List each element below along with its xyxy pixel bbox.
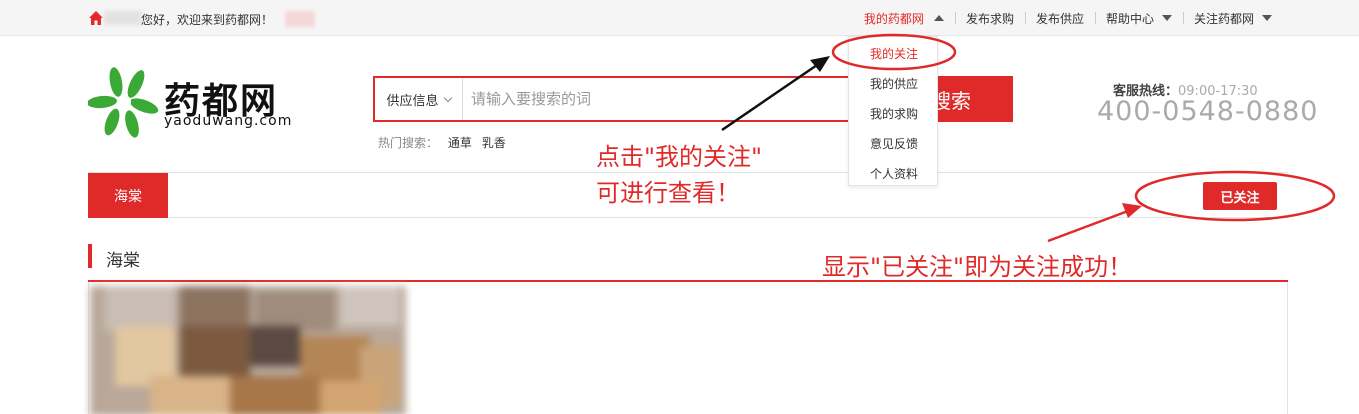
chevron-down-icon: [443, 93, 452, 102]
user-badge-redacted: [285, 11, 315, 27]
product-image[interactable]: [90, 286, 406, 414]
nav-help-center[interactable]: 帮助中心: [1094, 10, 1183, 27]
welcome-text: 您好，欢迎来到药都网！: [141, 13, 274, 27]
caret-up-icon: [933, 15, 944, 21]
hot-keyword[interactable]: 通草: [448, 136, 472, 150]
tab-company[interactable]: 海棠: [88, 173, 168, 218]
nav-post-supply-label: 发布供应: [1035, 11, 1084, 26]
hot-searches: 热门搜索： 通草 乳香: [378, 134, 506, 151]
section-marker: [88, 244, 92, 268]
annotation-click-my-follows: 点击"我的关注": [596, 143, 763, 171]
nav-follow-site[interactable]: 关注药都网: [1182, 10, 1283, 27]
caret-down-icon: [1161, 15, 1172, 21]
dropdown-item-profile[interactable]: 个人资料: [849, 165, 939, 182]
hotline-number: 400-0548-0880: [1097, 96, 1319, 127]
nav-my-account-label: 我的药都网: [863, 11, 924, 26]
top-bar: 您好，欢迎来到药都网！ 我的药都网 发布求购 发布供应 帮助中心 关注药都网: [0, 0, 1359, 36]
nav-post-purchase-label: 发布求购: [965, 11, 1014, 26]
search-category-label: 供应信息: [386, 93, 439, 109]
annotation-follow-success: 显示"已关注"即为关注成功！: [822, 253, 1133, 281]
logo-domain: yaoduwang.com: [164, 113, 293, 129]
dropdown-item-my-purchase[interactable]: 我的求购: [849, 105, 939, 122]
hot-keyword[interactable]: 乳香: [482, 136, 506, 150]
nav-post-purchase[interactable]: 发布求购: [954, 10, 1025, 27]
caret-down-icon: [1262, 15, 1272, 21]
top-nav: 我的药都网 发布求购 发布供应 帮助中心 关注药都网: [853, 0, 1283, 36]
nav-help-center-label: 帮助中心: [1105, 11, 1154, 26]
arrow-head: [810, 56, 830, 72]
dropdown-item-feedback[interactable]: 意见反馈: [849, 135, 939, 152]
section-title: 海棠: [106, 251, 140, 271]
hot-searches-label: 热门搜索：: [378, 136, 439, 150]
dropdown-item-my-follows[interactable]: 我的关注: [849, 45, 939, 62]
home-icon[interactable]: [89, 11, 103, 25]
nav-follow-site-label: 关注药都网: [1193, 11, 1254, 26]
followed-button[interactable]: 已关注: [1203, 182, 1277, 210]
account-dropdown: 我的关注 我的供应 我的求购 意见反馈 个人资料: [848, 36, 938, 186]
annotation-view-hint: 可进行查看！: [596, 179, 740, 207]
search-category-select[interactable]: 供应信息: [375, 78, 463, 120]
username-redacted: [104, 11, 142, 25]
logo-leaf-icon[interactable]: [88, 66, 160, 138]
nav-post-supply[interactable]: 发布供应: [1024, 10, 1095, 27]
nav-my-account[interactable]: 我的药都网: [853, 10, 955, 27]
dropdown-item-my-supply[interactable]: 我的供应: [849, 75, 939, 92]
